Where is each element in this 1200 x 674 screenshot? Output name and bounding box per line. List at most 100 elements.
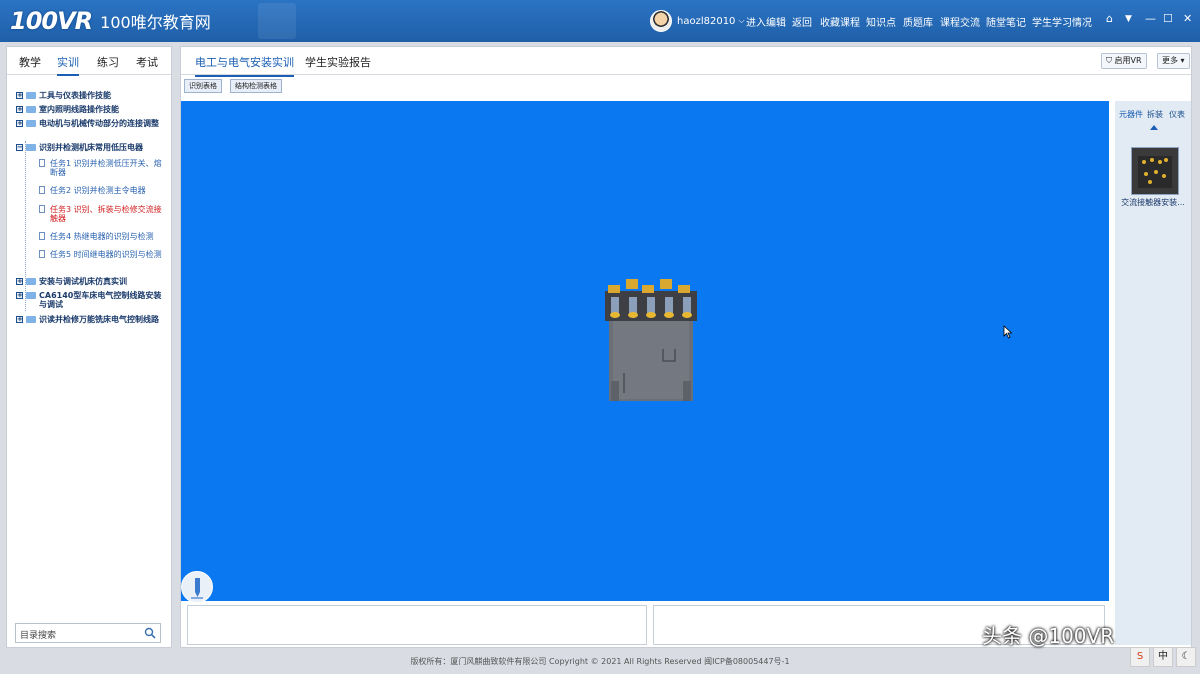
tree-node-label: 工具与仪表操作技能 [39, 91, 111, 100]
nav-notes[interactable]: 随堂笔记 [986, 14, 1026, 29]
component-thumbnail[interactable] [1131, 147, 1179, 195]
watermark: 头条 @100VR [982, 624, 1115, 648]
mouse-cursor-icon [1003, 325, 1013, 339]
tree-node[interactable]: + 安装与调试机床仿真实训 [16, 277, 166, 286]
tree-node-label: 识读并检修万能铣床电气控制线路 [39, 315, 159, 324]
search-input[interactable]: 目录搜索 [15, 623, 161, 643]
expand-icon[interactable]: + [16, 92, 23, 99]
info-box-left[interactable] [187, 605, 647, 645]
expand-icon[interactable]: + [16, 120, 23, 127]
expand-icon[interactable]: + [16, 278, 23, 285]
tree-node-label: 电动机与机械传动部分的连接调整 [39, 119, 159, 128]
tab-instruments[interactable]: 仪表 [1169, 109, 1185, 120]
tree-child[interactable]: 任务4 热继电器的识别与检测 [39, 232, 163, 241]
tree-node[interactable]: + 工具与仪表操作技能 [16, 91, 166, 100]
tree-child[interactable]: 任务5 时间继电器的识别与检测 [39, 250, 163, 259]
nav-student-progress[interactable]: 学生学习情况 [1032, 14, 1092, 29]
more-button[interactable]: 更多 ▾ [1157, 53, 1190, 69]
nav-course-exchange[interactable]: 课程交流 [940, 14, 980, 29]
identify-table-button[interactable]: 识别表格 [184, 79, 222, 93]
pen-icon [191, 578, 203, 599]
folder-icon [26, 106, 36, 113]
tab-teaching[interactable]: 教学 [19, 54, 41, 70]
expand-icon[interactable]: + [16, 316, 23, 323]
folder-icon [26, 278, 36, 285]
component-caption: 交流接触器安装... [1121, 198, 1185, 207]
document-icon [39, 250, 45, 258]
left-tabs: 教学 实训 练习 考试 [7, 47, 171, 76]
tree-node-label: 室内照明线路操作技能 [39, 105, 119, 114]
faded-app-icon [258, 3, 296, 39]
search-placeholder: 目录搜索 [20, 631, 57, 641]
expand-icon[interactable]: + [16, 106, 23, 113]
tab-lab-report[interactable]: 学生实验报告 [305, 54, 371, 70]
input-method-icon[interactable]: S [1130, 647, 1150, 667]
document-icon [39, 159, 45, 167]
document-icon [39, 232, 45, 240]
user-menu[interactable]: haozl82010 ⌵ [650, 10, 745, 32]
chevron-down-icon: ⌵ [738, 16, 745, 25]
nav-favorite[interactable]: 收藏课程 [820, 14, 860, 29]
tree-node-label: 识别并检测机床常用低压电器 [39, 143, 143, 152]
tree-child[interactable]: 任务1 识别并检测低压开关、熔断器 [39, 159, 163, 177]
expand-icon[interactable]: + [16, 292, 23, 299]
more-label: 更多 [1162, 56, 1178, 65]
maximize-icon[interactable]: ☐ [1163, 12, 1173, 25]
tree-node[interactable]: + 识读并检修万能铣床电气控制线路 [16, 315, 166, 324]
site-title: 100唯尔教育网 [100, 13, 211, 32]
home-icon[interactable]: ⌂ [1106, 12, 1113, 25]
tab-exam[interactable]: 考试 [136, 54, 158, 70]
tab-electrical-training[interactable]: 电工与电气安装实训 [195, 54, 294, 77]
nav-question-bank[interactable]: 质题库 [903, 14, 933, 29]
logo-mark: 100VR [10, 7, 93, 35]
footer: 版权所有：厦门风麒曲致软件有限公司 Copyright © 2021 All R… [410, 657, 790, 666]
folder-open-icon [26, 144, 36, 151]
component-tabs: 元器件 拆装 仪表 [1115, 107, 1191, 123]
collapse-arrow-icon[interactable] [1150, 125, 1158, 130]
minimize-icon[interactable]: — [1145, 12, 1156, 25]
tree-child-label: 任务2 识别并检测主令电器 [50, 186, 146, 195]
system-tray: S 中 ☾ [1130, 647, 1200, 669]
main-panel: 电工与电气安装实训 学生实验报告 ⛉ 启用VR 更多 ▾ 识别表格 结构检测表格 [180, 46, 1192, 648]
structure-test-table-button[interactable]: 结构检测表格 [230, 79, 282, 93]
folder-icon [26, 292, 36, 299]
tree-node[interactable]: + 电动机与机械传动部分的连接调整 [16, 119, 166, 128]
nav-edit[interactable]: 进入编辑 [746, 14, 786, 29]
tab-disassembly[interactable]: 拆装 [1147, 109, 1163, 120]
main-tabs: 电工与电气安装实训 学生实验报告 ⛉ 启用VR 更多 ▾ [181, 47, 1191, 77]
close-icon[interactable]: ✕ [1183, 12, 1192, 25]
tree-child[interactable]: 任务2 识别并检测主令电器 [39, 186, 163, 195]
logo[interactable]: 100VR 100唯尔教育网 [10, 6, 211, 36]
nav-back[interactable]: 返回 [792, 14, 812, 29]
chevron-down-icon: ▾ [1180, 56, 1185, 65]
chinese-input-icon[interactable]: 中 [1153, 647, 1173, 667]
tab-practice[interactable]: 练习 [97, 54, 119, 70]
tree-child-label: 任务4 热继电器的识别与检测 [50, 232, 154, 241]
document-icon [39, 205, 45, 213]
tree-child-label: 任务5 时间继电器的识别与检测 [50, 250, 162, 259]
tree-node[interactable]: + CA6140型车床电气控制线路安装与调试 [16, 291, 166, 309]
tab-training[interactable]: 实训 [57, 54, 79, 76]
tree-child-active[interactable]: 任务3 识别、拆装与检修交流接触器 [39, 205, 163, 223]
tree-node-label: CA6140型车床电气控制线路安装与调试 [39, 291, 162, 309]
vr-icon: ⛉ [1106, 56, 1112, 65]
contactor-thumbnail-icon [1138, 156, 1172, 188]
ac-contactor-model[interactable] [605, 277, 697, 401]
folder-icon [26, 120, 36, 127]
search-icon[interactable] [144, 627, 156, 639]
avatar [650, 10, 672, 32]
nav-knowledge[interactable]: 知识点 [866, 14, 896, 29]
3d-viewport[interactable] [181, 101, 1109, 603]
collapse-icon[interactable]: − [16, 144, 23, 151]
top-bar: 100VR 100唯尔教育网 haozl82010 ⌵ 进入编辑 返回 收藏课程… [0, 0, 1200, 42]
tree-node[interactable]: + 室内照明线路操作技能 [16, 105, 166, 114]
tree-child-label: 任务1 识别并检测低压开关、熔断器 [50, 159, 162, 177]
folder-icon [26, 316, 36, 323]
tab-components[interactable]: 元器件 [1119, 109, 1143, 120]
moon-icon[interactable]: ☾ [1176, 647, 1196, 667]
tool-button[interactable] [181, 571, 213, 603]
tree-node-expanded[interactable]: − 识别并检测机床常用低压电器 [16, 143, 166, 152]
dropdown-icon[interactable]: ▼ [1125, 14, 1132, 24]
component-panel: 元器件 拆装 仪表 交流接触器安装... [1115, 101, 1191, 645]
enable-vr-button[interactable]: ⛉ 启用VR [1101, 53, 1147, 69]
